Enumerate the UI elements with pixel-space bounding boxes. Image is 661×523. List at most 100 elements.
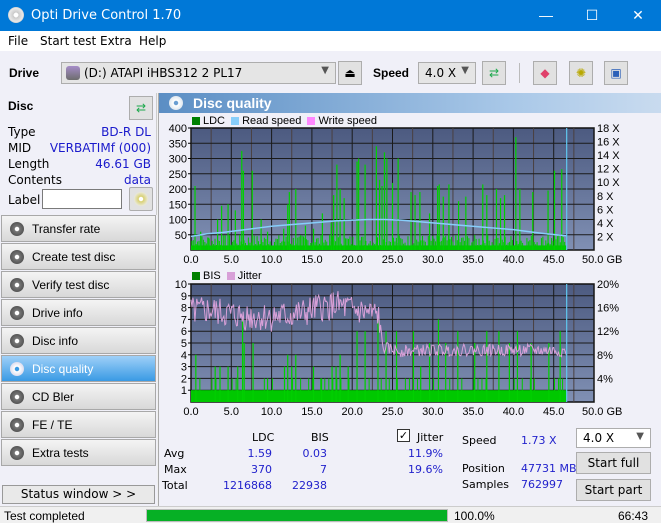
disc-nav-icon bbox=[10, 418, 24, 432]
speed-label: Speed bbox=[373, 66, 410, 80]
y2-tick-label: 8% bbox=[597, 350, 613, 362]
x-tick-label: 30.0 bbox=[422, 254, 443, 266]
nav-disc-quality[interactable]: Disc quality bbox=[1, 355, 156, 382]
maximize-button[interactable]: ☐ bbox=[569, 0, 615, 31]
save-button[interactable]: ▣ bbox=[604, 61, 628, 85]
nav-extra-tests[interactable]: Extra tests bbox=[1, 439, 156, 466]
y2-tick-label: 16% bbox=[597, 303, 619, 315]
disc-refresh-button[interactable]: ⇄ bbox=[129, 96, 153, 120]
disc-value: 46.61 GB bbox=[95, 157, 151, 171]
menu-help[interactable]: Help bbox=[139, 34, 166, 48]
eject-button[interactable]: ⏏ bbox=[338, 61, 362, 85]
y2-tick-label: 18 X bbox=[597, 123, 620, 135]
y-tick-label: 6 bbox=[181, 326, 187, 338]
test-speed-select[interactable]: 4.0 X ▼ bbox=[576, 428, 651, 448]
minimize-button[interactable]: — bbox=[523, 0, 569, 31]
panel-header: Disc quality bbox=[159, 93, 661, 113]
y2-tick-label: 16 X bbox=[597, 137, 620, 149]
nav-label: Disc quality bbox=[32, 362, 94, 376]
disc-key: Contents bbox=[8, 173, 62, 187]
avg-ldc-value: 1.59 bbox=[247, 447, 273, 460]
jitter-checkbox[interactable]: ✓ bbox=[397, 429, 410, 442]
nav-disc-info[interactable]: Disc info bbox=[1, 327, 156, 354]
x-tick-label: 50.0 GB bbox=[582, 254, 622, 266]
x-tick-label: 15.0 bbox=[301, 406, 322, 418]
menu-start-test[interactable]: Start test bbox=[40, 34, 96, 48]
bis-jitter-chart: 10987654321 20% 16% 12% 8% 4% 0.0 5.0 10.0 15.0 20… bbox=[175, 279, 623, 418]
menu-bar: File Start test Extra Help bbox=[0, 31, 661, 51]
samples-label: Samples bbox=[462, 478, 509, 491]
total-label: Total bbox=[162, 479, 188, 492]
start-part-button[interactable]: Start part bbox=[576, 479, 651, 501]
disc-nav-icon bbox=[10, 250, 24, 264]
y-tick-label: 5 bbox=[181, 338, 187, 350]
nav-label: Verify test disc bbox=[32, 278, 110, 292]
x-tick-label: 35.0 bbox=[462, 406, 483, 418]
x-tick-label: 20.0 bbox=[341, 254, 362, 266]
samples-value: 762997 bbox=[521, 478, 563, 491]
refresh-icon: ⇄ bbox=[488, 66, 500, 80]
disc-label-button[interactable] bbox=[129, 187, 153, 211]
x-tick-label: 10.0 bbox=[261, 254, 282, 266]
menu-file[interactable]: File bbox=[8, 34, 28, 48]
position-label: Position bbox=[462, 462, 505, 475]
y-tick-label: 10 bbox=[175, 279, 187, 291]
elapsed-time: 66:43 bbox=[618, 509, 649, 523]
erase-button[interactable]: ◆ bbox=[533, 61, 557, 85]
status-window-button[interactable]: Status window > > bbox=[2, 485, 155, 504]
close-button[interactable]: ✕ bbox=[615, 0, 661, 31]
nav-fe-te[interactable]: FE / TE bbox=[1, 411, 156, 438]
ldc-chart: 4003503002502001501005018 X16 X14 X12 X1… bbox=[169, 123, 623, 266]
disc-panel-title: Disc bbox=[8, 99, 34, 113]
total-bis-value: 22938 bbox=[292, 479, 327, 492]
eject-icon: ⏏ bbox=[344, 66, 356, 80]
y2-tick-label: 10 X bbox=[597, 177, 620, 189]
ldc-header: LDC bbox=[252, 431, 275, 444]
toolbar: Drive (D:) ATAPI iHBS312 2 PL17 ▼ ⏏ Spee… bbox=[0, 51, 661, 93]
app-disc-icon bbox=[8, 7, 24, 23]
nav-label: Drive info bbox=[32, 306, 83, 320]
y-tick-label: 8 bbox=[181, 303, 187, 315]
x-tick-label: 15.0 bbox=[301, 254, 322, 266]
settings-button[interactable]: ✺ bbox=[569, 61, 593, 85]
disc-key: Type bbox=[8, 125, 36, 139]
y-tick-label: 50 bbox=[175, 230, 187, 242]
start-full-button[interactable]: Start full bbox=[576, 452, 651, 474]
jitter-checkbox-label: Jitter bbox=[417, 431, 444, 444]
drive-select[interactable]: (D:) ATAPI iHBS312 2 PL17 ▼ bbox=[61, 62, 336, 84]
disc-value: VERBATIMf (000) bbox=[49, 141, 151, 155]
baseline-bars bbox=[191, 390, 567, 402]
disc-quality-panel: Disc quality LDC Read speed Write speed … bbox=[158, 93, 661, 506]
nav-verify-test-disc[interactable]: Verify test disc bbox=[1, 271, 156, 298]
disc-nav-icon bbox=[10, 362, 24, 376]
status-text: Test completed bbox=[4, 509, 85, 523]
progress-label: 100.0% bbox=[454, 509, 495, 523]
y-tick-label: 9 bbox=[181, 291, 187, 303]
nav-label: Disc info bbox=[32, 334, 79, 348]
nav-transfer-rate[interactable]: Transfer rate bbox=[1, 215, 156, 242]
speed-select[interactable]: 4.0 X ▼ bbox=[418, 62, 476, 84]
refresh-button[interactable]: ⇄ bbox=[482, 61, 506, 85]
nav-drive-info[interactable]: Drive info bbox=[1, 299, 156, 326]
y2-tick-label: 14 X bbox=[597, 150, 620, 162]
y-tick-label: 200 bbox=[169, 184, 187, 196]
y-tick-label: 100 bbox=[169, 215, 187, 227]
nav-cd-bler[interactable]: CD Bler bbox=[1, 383, 156, 410]
chevron-down-icon: ▼ bbox=[636, 431, 644, 442]
nav-create-test-disc[interactable]: Create test disc bbox=[1, 243, 156, 270]
x-tick-label: 25.0 bbox=[382, 254, 403, 266]
disc-nav-icon bbox=[10, 390, 24, 404]
nav-label: FE / TE bbox=[32, 418, 73, 432]
y2-tick-label: 4% bbox=[597, 373, 613, 385]
x-tick-label: 0.0 bbox=[183, 254, 198, 266]
x-tick-label: 10.0 bbox=[261, 406, 282, 418]
y-tick-label: 3 bbox=[181, 362, 187, 374]
max-ldc-value: 370 bbox=[251, 463, 272, 476]
menu-extra[interactable]: Extra bbox=[100, 34, 132, 48]
x-tick-label: 45.0 bbox=[543, 406, 564, 418]
panel-title: Disc quality bbox=[193, 95, 272, 111]
y-tick-label: 300 bbox=[169, 154, 187, 166]
disc-label-input[interactable] bbox=[42, 189, 122, 209]
disc-quality-icon bbox=[169, 96, 183, 110]
y2-tick-label: 12 X bbox=[597, 164, 620, 176]
